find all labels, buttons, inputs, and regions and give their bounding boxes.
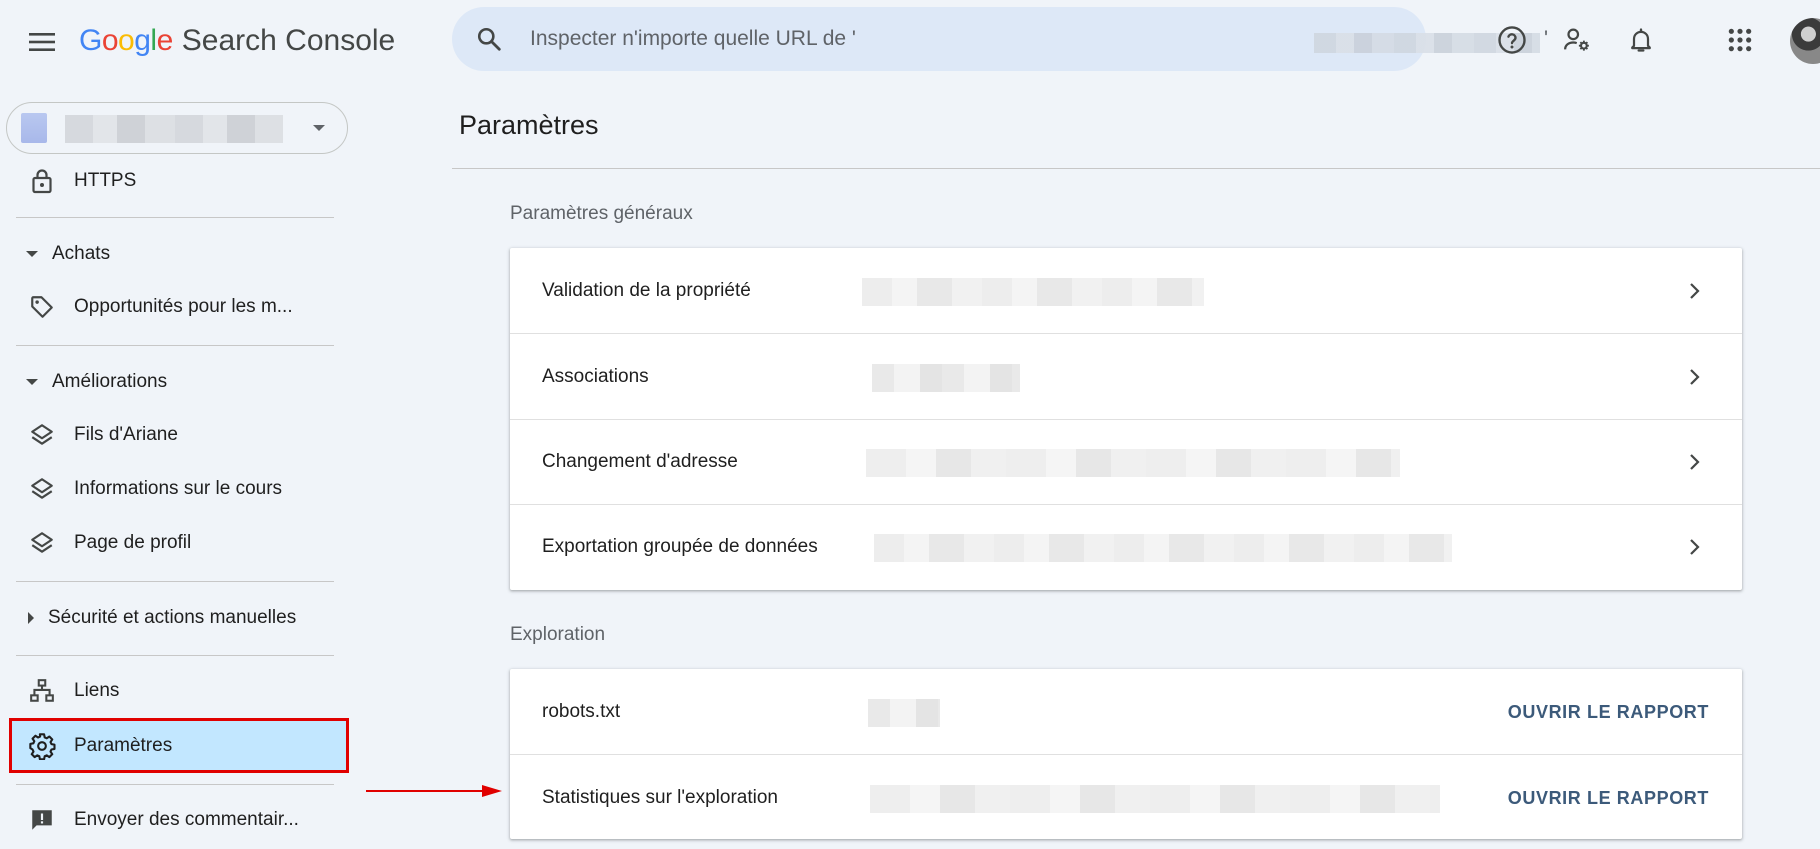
settings-row-bulk-data-export[interactable]: Exportation groupée de données <box>510 504 1742 590</box>
sidebar-item-feedback[interactable]: Envoyer des commentair... <box>16 797 334 843</box>
redacted-value <box>870 785 1440 813</box>
layers-icon <box>28 421 56 449</box>
settings-row-crawl-stats[interactable]: Statistiques sur l'exploration OUVRIR LE… <box>510 755 1742 841</box>
google-wordmark: Google <box>79 24 173 58</box>
sidebar-item-breadcrumbs[interactable]: Fils d'Ariane <box>16 412 334 458</box>
property-selector[interactable] <box>6 102 348 154</box>
settings-row-ownership-verification[interactable]: Validation de la propriété <box>510 248 1742 334</box>
logo-letter: g <box>134 24 151 57</box>
sidebar-item-label: Opportunités pour les m... <box>74 296 293 317</box>
section-heading-general: Paramètres généraux <box>510 203 693 224</box>
search-placeholder: Inspecter n'importe quelle URL de ' <box>530 27 856 50</box>
feedback-icon <box>28 806 56 834</box>
url-inspection-search[interactable]: Inspecter n'importe quelle URL de ' ' <box>452 7 1548 71</box>
search-console-logo[interactable]: Google Search Console <box>79 21 395 61</box>
manage-users-icon[interactable] <box>1557 20 1597 60</box>
divider <box>16 655 334 656</box>
sidebar-item-shopping-opportunities[interactable]: Opportunités pour les m... <box>16 284 334 330</box>
logo-letter: o <box>118 24 135 57</box>
sidebar-item-course-info[interactable]: Informations sur le cours <box>16 466 334 512</box>
crawl-settings-card: robots.txt OUVRIR LE RAPPORT Statistique… <box>510 669 1742 839</box>
settings-row-change-of-address[interactable]: Changement d'adresse <box>510 419 1742 505</box>
chevron-down-icon <box>313 125 325 131</box>
chevron-down-icon <box>26 379 38 385</box>
redacted-value <box>872 364 1020 392</box>
section-title: Achats <box>52 243 111 264</box>
sidebar-item-label: Paramètres <box>74 735 173 756</box>
settings-row-associations[interactable]: Associations <box>510 334 1742 420</box>
sidebar-item-label: Fils d'Ariane <box>74 424 178 445</box>
row-label: Statistiques sur l'exploration <box>542 787 778 808</box>
section-achats[interactable]: Achats <box>16 233 334 275</box>
open-report-button[interactable]: OUVRIR LE RAPPORT <box>1508 755 1709 841</box>
sitemap-icon <box>28 677 56 705</box>
arrow-annotation <box>366 785 502 797</box>
chevron-right-icon <box>1690 539 1700 555</box>
sidebar-item-https[interactable]: HTTPS <box>16 158 334 204</box>
redacted-value <box>862 278 1204 306</box>
section-title: Améliorations <box>52 371 168 392</box>
divider <box>452 168 1820 169</box>
top-bar: Google Search Console Inspecter n'import… <box>0 0 1820 82</box>
redacted-value <box>868 699 940 727</box>
general-settings-card: Validation de la propriété Associations … <box>510 248 1742 590</box>
section-title: Sécurité et actions manuelles <box>48 607 297 628</box>
sidebar-item-label: HTTPS <box>74 170 137 191</box>
open-report-button[interactable]: OUVRIR LE RAPPORT <box>1508 669 1709 755</box>
product-name: Search Console <box>181 24 396 57</box>
sidebar-item-links[interactable]: Liens <box>16 668 334 714</box>
search-placeholder-end: ' <box>1544 27 1549 50</box>
row-label: Exportation groupée de données <box>542 536 818 557</box>
redacted-value <box>874 534 1452 562</box>
redacted-value <box>866 449 1400 477</box>
row-label: Associations <box>542 366 649 387</box>
sidebar-item-label: Page de profil <box>74 532 192 553</box>
logo-letter: o <box>101 24 119 57</box>
sidebar-item-settings[interactable]: Paramètres <box>10 720 348 772</box>
chevron-right-icon <box>1690 283 1700 299</box>
divider <box>16 581 334 582</box>
notifications-icon[interactable] <box>1621 20 1661 60</box>
apps-grid-icon[interactable] <box>1720 20 1760 60</box>
search-icon[interactable] <box>476 26 502 52</box>
property-favicon <box>21 113 47 143</box>
row-label: Validation de la propriété <box>542 280 751 301</box>
menu-icon[interactable] <box>22 22 62 62</box>
section-security[interactable]: Sécurité et actions manuelles <box>16 597 334 639</box>
chevron-right-icon <box>1690 454 1700 470</box>
logo-letter: G <box>79 24 102 57</box>
layers-icon <box>28 475 56 503</box>
divider <box>16 784 334 785</box>
row-label: robots.txt <box>542 701 621 722</box>
help-icon[interactable] <box>1492 20 1532 60</box>
chevron-right-icon <box>1690 369 1700 385</box>
settings-row-robots-txt[interactable]: robots.txt OUVRIR LE RAPPORT <box>510 669 1742 755</box>
redacted-property-name <box>65 115 283 143</box>
section-ameliorations[interactable]: Améliorations <box>16 361 334 403</box>
avatar[interactable] <box>1790 18 1820 64</box>
row-label: Changement d'adresse <box>542 451 738 472</box>
chevron-down-icon <box>26 251 38 257</box>
sidebar-item-profile-page[interactable]: Page de profil <box>16 520 334 566</box>
gear-icon <box>28 732 56 760</box>
tag-icon <box>28 293 56 321</box>
page-title: Paramètres <box>459 110 599 140</box>
layers-icon <box>28 529 56 557</box>
chevron-right-icon <box>28 612 34 624</box>
lock-icon <box>28 167 56 195</box>
sidebar-item-label: Envoyer des commentair... <box>74 809 299 830</box>
logo-letter: e <box>156 24 174 57</box>
sidebar-item-label: Liens <box>74 680 120 701</box>
divider <box>16 217 334 218</box>
sidebar-item-label: Informations sur le cours <box>74 478 283 499</box>
divider <box>16 345 334 346</box>
section-heading-crawl: Exploration <box>510 624 606 645</box>
